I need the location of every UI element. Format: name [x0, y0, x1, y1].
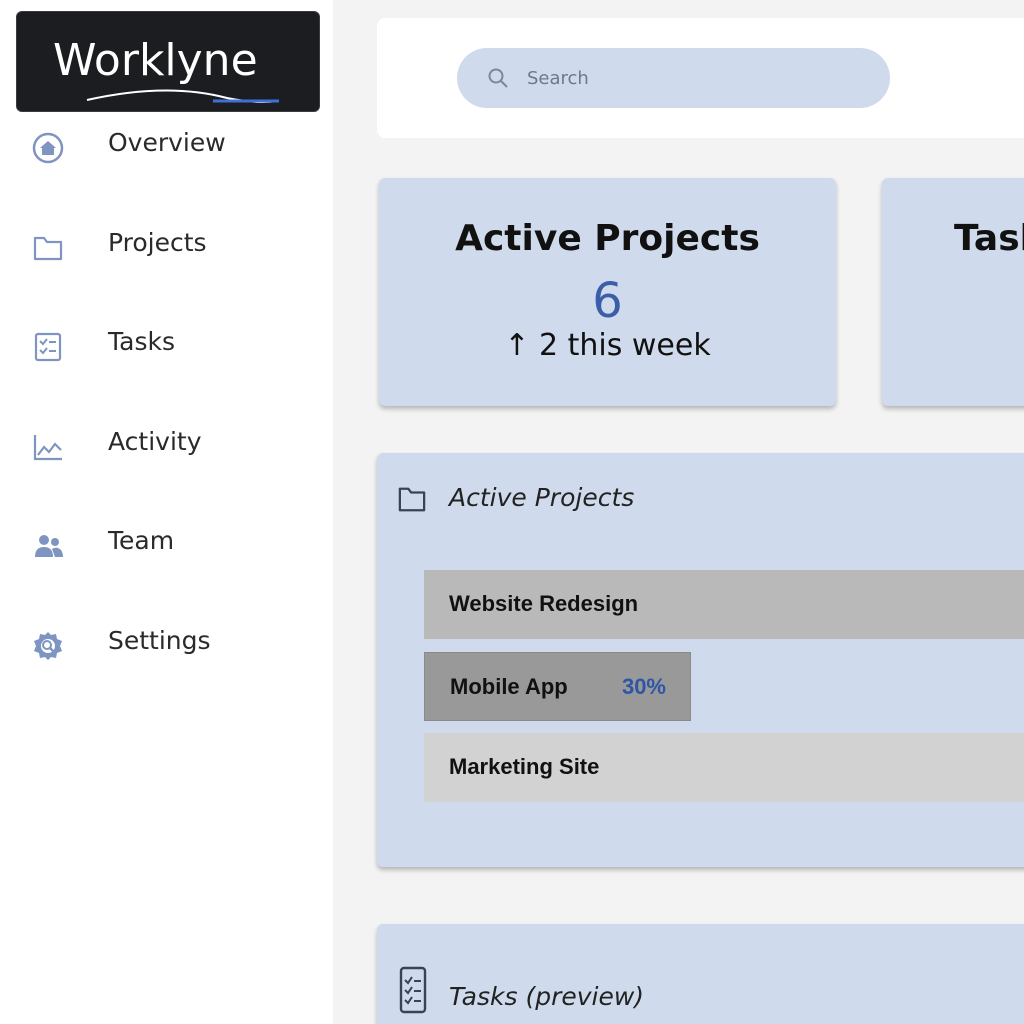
stat-title: Tasks — [954, 218, 1024, 259]
sidebar: Worklyne Overview Projects Tasks Activit… — [0, 0, 333, 1024]
stat-card-tasks[interactable]: Tasks — [882, 178, 1024, 406]
panel-title: Active Projects — [449, 483, 635, 512]
folder-icon — [33, 236, 63, 261]
sidebar-item-tasks[interactable]: Tasks — [0, 319, 333, 379]
sidebar-item-settings[interactable]: Settings — [0, 618, 333, 678]
team-icon — [35, 535, 63, 557]
checklist-icon — [34, 332, 62, 362]
gear-icon — [34, 632, 62, 660]
sidebar-item-label: Activity — [108, 427, 202, 456]
folder-icon — [398, 487, 426, 512]
sidebar-item-projects[interactable]: Projects — [0, 220, 333, 280]
project-progress-percent: 30% — [621, 674, 666, 699]
chart-icon — [33, 435, 62, 461]
stat-title: Active Projects — [455, 218, 760, 259]
search-icon — [488, 68, 508, 88]
home-icon — [32, 132, 64, 164]
logo-wordmark: Worklyne — [53, 35, 279, 103]
search-input[interactable] — [527, 63, 857, 93]
panel-title: Tasks (preview) — [449, 982, 645, 1011]
sidebar-item-activity[interactable]: Activity — [0, 419, 333, 479]
project-name: Marketing Site — [449, 754, 600, 779]
project-row-marketing-site[interactable]: Marketing Site — [424, 733, 1024, 802]
project-name: Website Redesign — [449, 591, 639, 616]
sidebar-item-team[interactable]: Team — [0, 518, 333, 578]
sidebar-item-label: Team — [108, 526, 175, 555]
checklist-icon — [399, 966, 427, 1014]
stat-trend: ↑ 2 this week — [504, 328, 711, 363]
active-projects-panel: Active Projects Website Redesign Mobile … — [377, 453, 1024, 867]
sidebar-item-label: Tasks — [108, 327, 175, 356]
sidebar-item-label: Overview — [108, 128, 226, 157]
sidebar-item-overview[interactable]: Overview — [0, 120, 333, 180]
sidebar-item-label: Settings — [108, 626, 211, 655]
project-row-website-redesign[interactable]: Website Redesign — [424, 570, 1024, 639]
tasks-preview-panel: Tasks (preview) — [377, 924, 1024, 1024]
search-bar[interactable] — [457, 48, 890, 108]
logo-text: Worklyne — [53, 35, 258, 86]
stat-card-active-projects[interactable]: Active Projects 6 ↑ 2 this week — [379, 178, 836, 406]
project-name: Mobile App — [450, 674, 568, 699]
top-bar — [377, 18, 1024, 138]
brand-logo[interactable]: Worklyne — [16, 11, 320, 112]
sidebar-item-label: Projects — [108, 228, 207, 257]
project-row-mobile-app[interactable]: Mobile App 30% — [424, 652, 691, 721]
stat-value: 6 — [592, 273, 623, 329]
